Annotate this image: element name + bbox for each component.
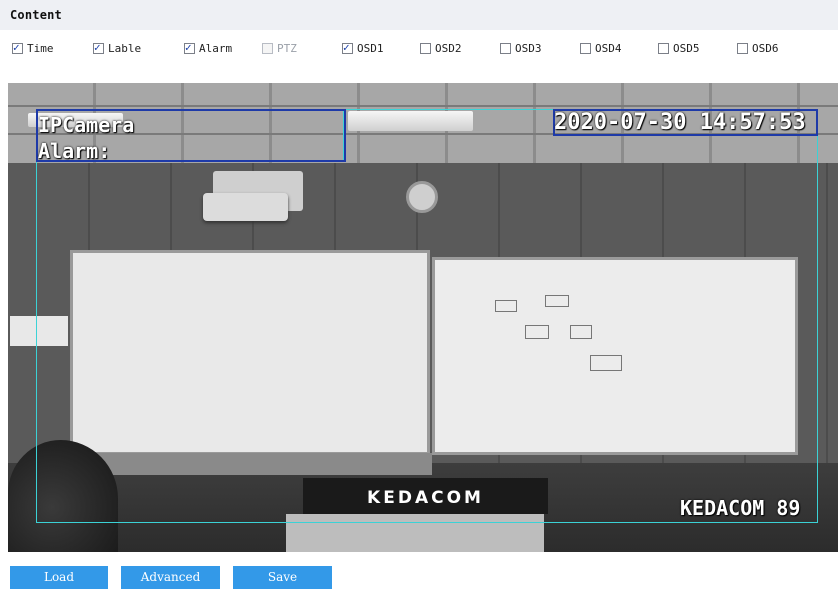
video-preview[interactable]: KEDACOM IPCamera Alarm: 2020-07-30 14:57…	[8, 83, 838, 552]
time-checkbox[interactable]	[12, 41, 23, 54]
label-osd-text[interactable]: IPCamera	[38, 113, 134, 137]
save-button[interactable]: Save	[233, 566, 332, 589]
option-lable[interactable]: Lable	[93, 40, 141, 56]
alarm-osd-text[interactable]: Alarm:	[38, 139, 110, 163]
osd4-label: OSD4	[595, 41, 622, 55]
option-osd2[interactable]: OSD2	[420, 40, 462, 56]
ptz-label: PTZ	[277, 41, 297, 55]
option-ptz: PTZ	[262, 40, 297, 56]
content-title: Content	[10, 8, 62, 22]
lable-label: Lable	[108, 41, 142, 55]
load-button[interactable]: Load	[10, 566, 108, 589]
osd1-checkbox[interactable]	[342, 41, 353, 54]
osd2-checkbox[interactable]	[420, 42, 431, 54]
osd6-checkbox[interactable]	[737, 42, 748, 54]
osd3-label: OSD3	[515, 41, 542, 55]
osd2-label: OSD2	[435, 41, 462, 55]
osd3-checkbox[interactable]	[500, 42, 511, 54]
osd6-label: OSD6	[752, 41, 779, 55]
alarm-label: Alarm	[199, 41, 233, 55]
osd1-label: OSD1	[357, 41, 384, 55]
option-osd3[interactable]: OSD3	[500, 40, 542, 56]
lable-checkbox[interactable]	[93, 41, 104, 54]
osd5-checkbox[interactable]	[658, 42, 669, 54]
osd-options-row: Time Lable Alarm PTZ OSD1 OSD2 OSD3 OSD4…	[0, 38, 838, 60]
option-osd1[interactable]: OSD1	[342, 40, 384, 56]
content-header: Content	[0, 0, 838, 30]
time-osd-text[interactable]: 2020-07-30 14:57:53	[554, 110, 806, 135]
osd1-text[interactable]: KEDACOM 89	[680, 496, 800, 520]
advanced-button[interactable]: Advanced	[121, 566, 220, 589]
osd-safe-frame	[36, 109, 818, 523]
ceiling-line	[8, 105, 838, 107]
option-alarm[interactable]: Alarm	[184, 40, 232, 56]
ptz-checkbox	[262, 42, 273, 54]
option-osd4[interactable]: OSD4	[580, 40, 622, 56]
alarm-checkbox[interactable]	[184, 41, 195, 54]
option-osd5[interactable]: OSD5	[658, 40, 700, 56]
option-osd6[interactable]: OSD6	[737, 40, 779, 56]
time-label: Time	[27, 41, 54, 55]
osd5-label: OSD5	[673, 41, 700, 55]
option-time[interactable]: Time	[12, 40, 54, 56]
osd4-checkbox[interactable]	[580, 42, 591, 54]
